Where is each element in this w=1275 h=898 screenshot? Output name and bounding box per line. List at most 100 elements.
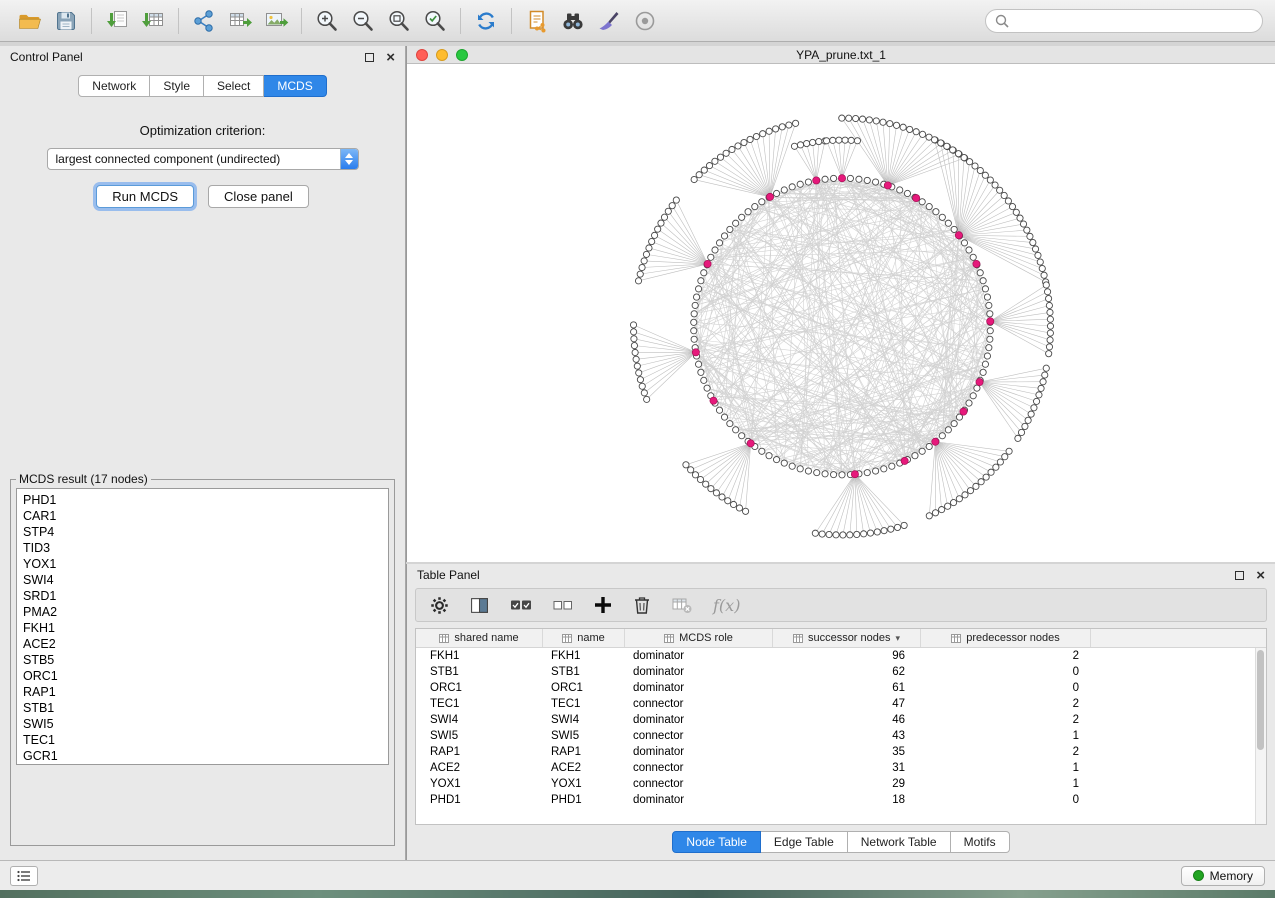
network-window-title: YPA_prune.txt_1 — [796, 48, 886, 62]
export-network-button[interactable] — [186, 5, 222, 37]
table-cell: FKH1 — [416, 650, 543, 662]
zoom-fit-button[interactable] — [381, 5, 417, 37]
table-row[interactable]: PHD1PHD1dominator180 — [416, 792, 1266, 808]
right-column: YPA_prune.txt_1 Table Panel × — [406, 46, 1275, 860]
sort-grid-icon — [439, 634, 449, 643]
column-header-name[interactable]: name — [543, 629, 625, 647]
table-cell: YOX1 — [543, 778, 625, 790]
delete-table-button[interactable] — [672, 596, 692, 614]
table-cell: PHD1 — [416, 794, 543, 806]
run-mcds-button[interactable]: Run MCDS — [96, 185, 194, 208]
save-session-button[interactable] — [48, 5, 84, 37]
tab-motifs[interactable]: Motifs — [951, 831, 1010, 853]
search-box[interactable] — [985, 9, 1263, 33]
tab-network[interactable]: Network — [78, 75, 150, 97]
zoom-in-button[interactable] — [309, 5, 345, 37]
table-cell: 1 — [921, 778, 1091, 790]
column-header-mcds-role[interactable]: MCDS role — [625, 629, 773, 647]
select-all-button[interactable] — [510, 597, 532, 613]
mcds-result-item[interactable]: ACE2 — [23, 636, 388, 652]
open-session-button[interactable] — [12, 5, 48, 37]
zoom-selected-button[interactable] — [417, 5, 453, 37]
mcds-result-item[interactable]: PHD1 — [23, 492, 388, 508]
table-cell: dominator — [625, 746, 773, 758]
mcds-result-item[interactable]: SRD1 — [23, 588, 388, 604]
mcds-result-item[interactable]: STB1 — [23, 700, 388, 716]
add-column-button[interactable] — [594, 596, 612, 614]
split-panel-button[interactable] — [470, 596, 489, 615]
tab-network-table[interactable]: Network Table — [848, 831, 951, 853]
tab-node-table[interactable]: Node Table — [672, 831, 761, 853]
tab-mcds[interactable]: MCDS — [264, 75, 326, 97]
list-icon — [17, 870, 31, 882]
window-minimize-icon[interactable] — [436, 49, 448, 61]
window-close-icon[interactable] — [416, 49, 428, 61]
table-row[interactable]: STB1STB1dominator620 — [416, 664, 1266, 680]
mcds-result-item[interactable]: ORC1 — [23, 668, 388, 684]
find-button[interactable] — [555, 5, 591, 37]
deselect-all-button[interactable] — [553, 597, 573, 613]
scrollbar-thumb[interactable] — [1257, 650, 1264, 750]
table-row[interactable]: SWI5SWI5connector431 — [416, 728, 1266, 744]
close-panel-icon[interactable]: × — [1256, 568, 1265, 583]
mcds-result-item[interactable]: RAP1 — [23, 684, 388, 700]
zoom-out-button[interactable] — [345, 5, 381, 37]
network-canvas[interactable] — [407, 64, 1275, 562]
mcds-result-item[interactable]: TID3 — [23, 540, 388, 556]
search-input[interactable] — [1015, 14, 1254, 28]
table-row[interactable]: FKH1FKH1dominator962 — [416, 648, 1266, 664]
mcds-result-item[interactable]: GCR1 — [23, 748, 388, 764]
table-row[interactable]: SWI4SWI4dominator462 — [416, 712, 1266, 728]
mcds-result-item[interactable]: TEC1 — [23, 732, 388, 748]
mcds-result-fieldset: MCDS result (17 nodes) PHD1CAR1STP4TID3Y… — [10, 472, 395, 846]
float-panel-icon[interactable] — [365, 53, 374, 62]
memory-label: Memory — [1210, 869, 1253, 883]
delete-column-button[interactable] — [633, 595, 651, 615]
mcds-result-item[interactable]: SWI4 — [23, 572, 388, 588]
mcds-result-item[interactable]: FKH1 — [23, 620, 388, 636]
mcds-result-item[interactable]: CAR1 — [23, 508, 388, 524]
table-row[interactable]: ORC1ORC1dominator610 — [416, 680, 1266, 696]
table-row[interactable]: ACE2ACE2connector311 — [416, 760, 1266, 776]
table-scrollbar[interactable] — [1255, 648, 1266, 824]
export-table-button[interactable] — [222, 5, 258, 37]
table-row[interactable]: RAP1RAP1dominator352 — [416, 744, 1266, 760]
mcds-result-list[interactable]: PHD1CAR1STP4TID3YOX1SWI4SRD1PMA2FKH1ACE2… — [16, 488, 389, 765]
apply-layout-button[interactable] — [468, 5, 504, 37]
memory-button[interactable]: Memory — [1181, 866, 1265, 886]
mcds-result-item[interactable]: STP4 — [23, 524, 388, 540]
import-network-button[interactable] — [99, 5, 135, 37]
function-builder-button[interactable]: f(x) — [713, 596, 740, 615]
paint-style-button[interactable] — [591, 5, 627, 37]
window-maximize-icon[interactable] — [456, 49, 468, 61]
folder-open-icon — [17, 8, 43, 34]
tab-select[interactable]: Select — [204, 75, 264, 97]
hide-details-button[interactable] — [627, 5, 663, 37]
table-row[interactable]: TEC1TEC1connector472 — [416, 696, 1266, 712]
mcds-result-item[interactable]: YOX1 — [23, 556, 388, 572]
close-panel-button[interactable]: Close panel — [208, 185, 309, 208]
mcds-result-item[interactable]: PMA2 — [23, 604, 388, 620]
mcds-result-item[interactable]: SWI5 — [23, 716, 388, 732]
desktop-background-strip — [0, 890, 1275, 898]
export-image-button[interactable] — [258, 5, 294, 37]
status-bar: Memory — [0, 860, 1275, 890]
tab-style[interactable]: Style — [150, 75, 204, 97]
close-panel-icon[interactable]: × — [386, 50, 395, 65]
table-cell: PHD1 — [543, 794, 625, 806]
table-row[interactable]: YOX1YOX1connector291 — [416, 776, 1266, 792]
import-table-button[interactable] — [135, 5, 171, 37]
column-header-successor-nodes[interactable]: successor nodes▾ — [773, 629, 921, 647]
tab-edge-table[interactable]: Edge Table — [761, 831, 848, 853]
optimization-criterion-dropdown[interactable]: largest connected component (undirected) — [47, 148, 359, 170]
table-cell: 2 — [921, 698, 1091, 710]
node-table: shared name name MCDS role successor nod… — [415, 628, 1267, 825]
publish-network-button[interactable] — [519, 5, 555, 37]
table-settings-button[interactable] — [430, 596, 449, 615]
column-header-shared-name[interactable]: shared name — [416, 629, 543, 647]
column-header-predecessor-nodes[interactable]: predecessor nodes — [921, 629, 1091, 647]
mcds-result-item[interactable]: STB5 — [23, 652, 388, 668]
gear-icon — [430, 596, 449, 615]
panel-menu-button[interactable] — [10, 866, 38, 886]
float-panel-icon[interactable] — [1235, 571, 1244, 580]
